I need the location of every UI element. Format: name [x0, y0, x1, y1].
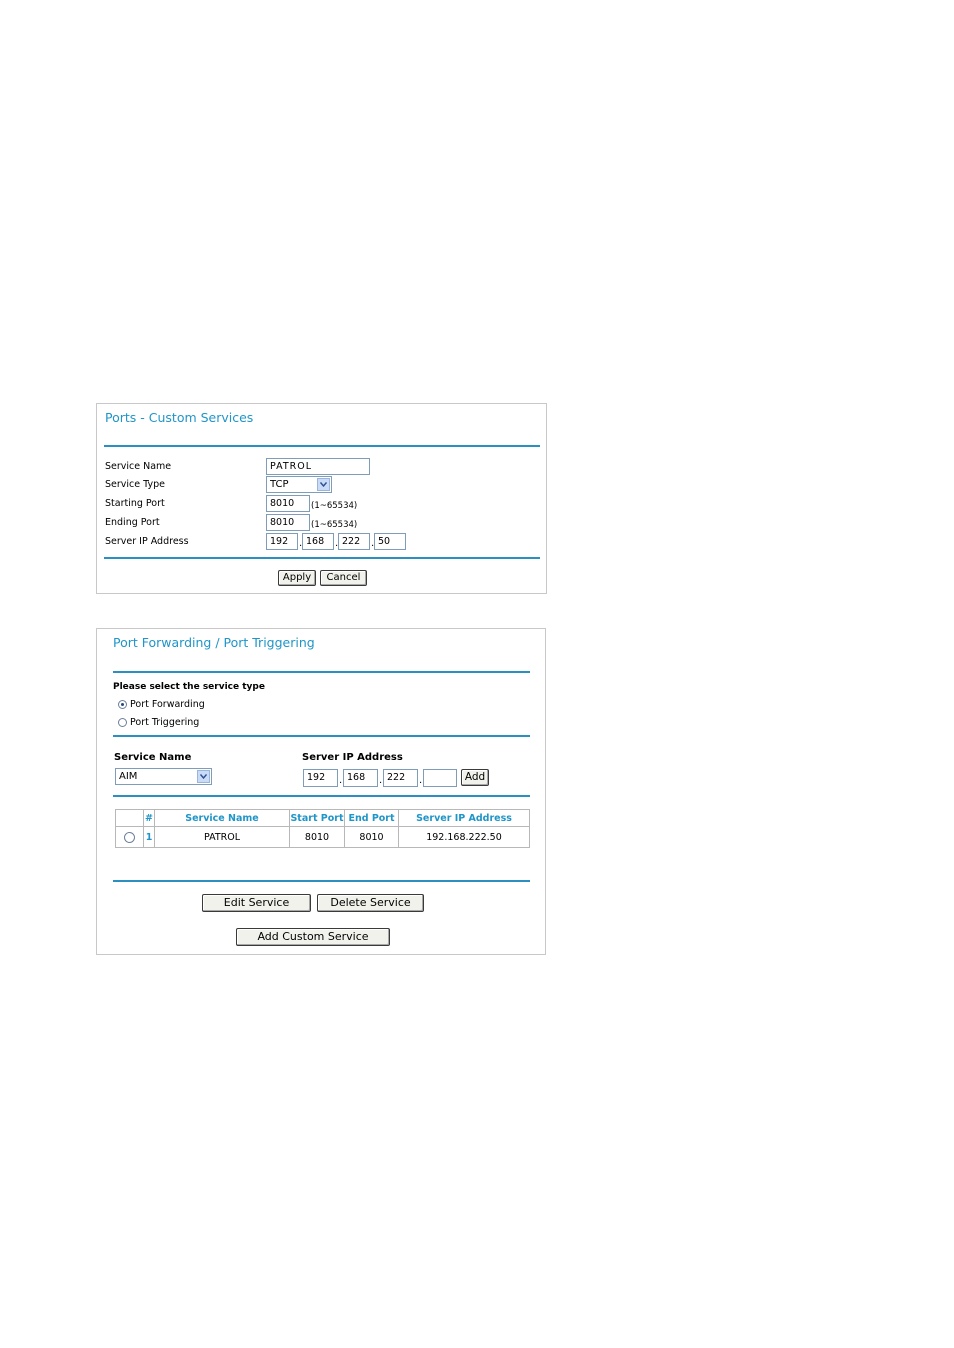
- cancel-button[interactable]: Cancel: [320, 570, 367, 586]
- column-header-end-port: End Port: [344, 809, 399, 827]
- table-row[interactable]: 1 PATROL 8010 8010 192.168.222.50: [115, 826, 530, 848]
- service-type-value: TCP: [270, 479, 289, 490]
- starting-port-label: Starting Port: [105, 498, 165, 509]
- row-start-port: 8010: [289, 826, 345, 848]
- service-name-select[interactable]: AIM: [115, 768, 212, 785]
- row-number: 1: [143, 826, 155, 848]
- radio-port-triggering[interactable]: [118, 718, 127, 727]
- row-radio[interactable]: [124, 831, 135, 843]
- divider: [113, 735, 530, 737]
- server-ip-octet-3[interactable]: 222: [383, 769, 418, 787]
- custom-services-panel: Ports - Custom Services Service Name PAT…: [96, 403, 547, 594]
- divider: [104, 445, 540, 447]
- row-service-name: PATROL: [154, 826, 290, 848]
- service-name-value: AIM: [119, 771, 138, 782]
- port-forwarding-panel: Port Forwarding / Port Triggering Please…: [96, 628, 546, 955]
- radio-port-forwarding[interactable]: [118, 700, 127, 709]
- column-header-start-port: Start Port: [289, 809, 345, 827]
- service-name-field[interactable]: PATROL: [266, 458, 370, 475]
- divider: [113, 880, 530, 882]
- ip-dot: .: [379, 775, 383, 786]
- service-type-heading: Please select the service type: [113, 682, 265, 692]
- add-custom-service-button[interactable]: Add Custom Service: [236, 928, 390, 946]
- select-column-header: [115, 809, 144, 827]
- server-ip-octet-4[interactable]: [423, 769, 457, 787]
- server-ip-octet-2[interactable]: 168: [343, 769, 378, 787]
- column-header-server-ip: Server IP Address: [398, 809, 530, 827]
- table-header-row: # Service Name Start Port End Port Serve…: [115, 809, 530, 827]
- add-button[interactable]: Add: [461, 769, 489, 786]
- starting-port-field[interactable]: 8010: [266, 495, 310, 512]
- page-title: Ports - Custom Services: [105, 410, 254, 425]
- server-ip-octet-4[interactable]: 50: [374, 533, 406, 550]
- row-server-ip: 192.168.222.50: [398, 826, 530, 848]
- services-table: # Service Name Start Port End Port Serve…: [115, 809, 530, 848]
- apply-button[interactable]: Apply: [278, 570, 316, 586]
- divider: [113, 671, 530, 673]
- server-ip-label: Server IP Address: [302, 752, 403, 763]
- server-ip-label: Server IP Address: [105, 536, 189, 547]
- service-type-label: Service Type: [105, 479, 165, 490]
- option-port-triggering-label: Port Triggering: [130, 717, 200, 728]
- service-type-select[interactable]: TCP: [266, 476, 332, 493]
- column-header-service-name: Service Name: [154, 809, 290, 827]
- delete-service-button[interactable]: Delete Service: [317, 894, 424, 912]
- ip-dot: .: [339, 775, 343, 786]
- chevron-down-icon[interactable]: [197, 770, 210, 783]
- server-ip-octet-1[interactable]: 192: [266, 533, 298, 550]
- divider: [104, 557, 540, 559]
- page-title: Port Forwarding / Port Triggering: [113, 635, 315, 650]
- ending-port-field[interactable]: 8010: [266, 514, 310, 531]
- option-port-forwarding-label: Port Forwarding: [130, 699, 205, 710]
- ending-port-hint: (1~65534): [311, 520, 358, 530]
- chevron-down-icon[interactable]: [317, 478, 330, 491]
- server-ip-octet-1[interactable]: 192: [303, 769, 338, 787]
- server-ip-octet-3[interactable]: 222: [338, 533, 370, 550]
- ip-dot: .: [419, 775, 423, 786]
- column-header-number: #: [143, 809, 155, 827]
- row-select-cell[interactable]: [115, 826, 144, 848]
- divider: [113, 795, 530, 797]
- service-name-label: Service Name: [114, 752, 192, 763]
- service-name-label: Service Name: [105, 461, 172, 472]
- server-ip-octet-2[interactable]: 168: [302, 533, 334, 550]
- edit-service-button[interactable]: Edit Service: [202, 894, 311, 912]
- row-end-port: 8010: [344, 826, 399, 848]
- ending-port-label: Ending Port: [105, 517, 160, 528]
- starting-port-hint: (1~65534): [311, 501, 358, 511]
